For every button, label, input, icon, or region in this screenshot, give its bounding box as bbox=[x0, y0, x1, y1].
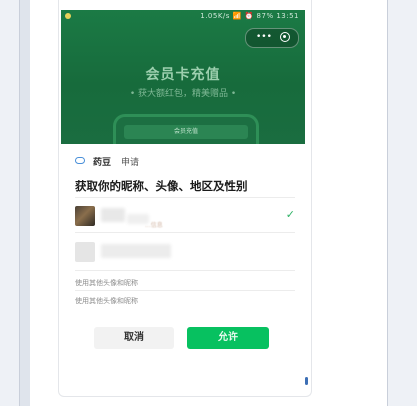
phone-screenshot: 1.05K/s 📶 ⏰ 87% 13:51 ••• 会员卡充值 • 获大额红包，… bbox=[58, 0, 312, 397]
use-other-avatar-link[interactable]: 使用其他头像和昵称 bbox=[75, 278, 138, 288]
checkmark-icon: ✓ bbox=[285, 208, 295, 221]
permission-request-title: 获取你的昵称、头像、地区及性别 bbox=[75, 179, 248, 193]
phone-illustration-bar: 会员充值 bbox=[124, 125, 248, 139]
notification-dot-icon bbox=[65, 13, 71, 19]
status-text: 1.05K/s 📶 ⏰ 87% 13:51 bbox=[200, 12, 299, 20]
more-icon[interactable]: ••• bbox=[256, 32, 272, 42]
blurred-nickname bbox=[101, 208, 125, 222]
status-bar: 1.05K/s 📶 ⏰ 87% 13:51 bbox=[61, 10, 305, 24]
divider bbox=[75, 270, 295, 271]
promo-banner: 1.05K/s 📶 ⏰ 87% 13:51 ••• 会员卡充值 • 获大额红包，… bbox=[61, 10, 305, 144]
app-name: 药豆 bbox=[93, 158, 112, 168]
phone-illustration: 会员充值 bbox=[113, 114, 259, 144]
app-logo-icon bbox=[75, 157, 85, 164]
banner-title: 会员卡充值 bbox=[145, 67, 221, 83]
avatar bbox=[75, 206, 95, 226]
close-miniprogram-icon[interactable] bbox=[280, 32, 290, 42]
divider bbox=[75, 197, 295, 198]
allow-button[interactable]: 允许 bbox=[187, 327, 269, 349]
profile-option-alternate[interactable] bbox=[75, 238, 295, 268]
divider bbox=[75, 290, 295, 291]
right-rail bbox=[387, 0, 417, 406]
profile-option-current[interactable]: ...信息 ✓ bbox=[75, 202, 295, 232]
app-action: 申请 bbox=[121, 158, 140, 168]
cancel-button[interactable]: 取消 bbox=[94, 327, 174, 349]
left-rail bbox=[0, 0, 20, 406]
scroll-indicator bbox=[305, 377, 308, 385]
mini-program-capsule[interactable]: ••• bbox=[245, 28, 299, 48]
blurred-hint: ...信息 bbox=[145, 222, 163, 229]
avatar bbox=[75, 242, 95, 262]
blurred-nickname bbox=[101, 244, 171, 258]
use-other-avatar-link[interactable]: 使用其他头像和昵称 bbox=[75, 296, 138, 306]
divider bbox=[75, 232, 295, 233]
banner-subtitle: • 获大额红包，精美赠品 • bbox=[129, 89, 237, 99]
